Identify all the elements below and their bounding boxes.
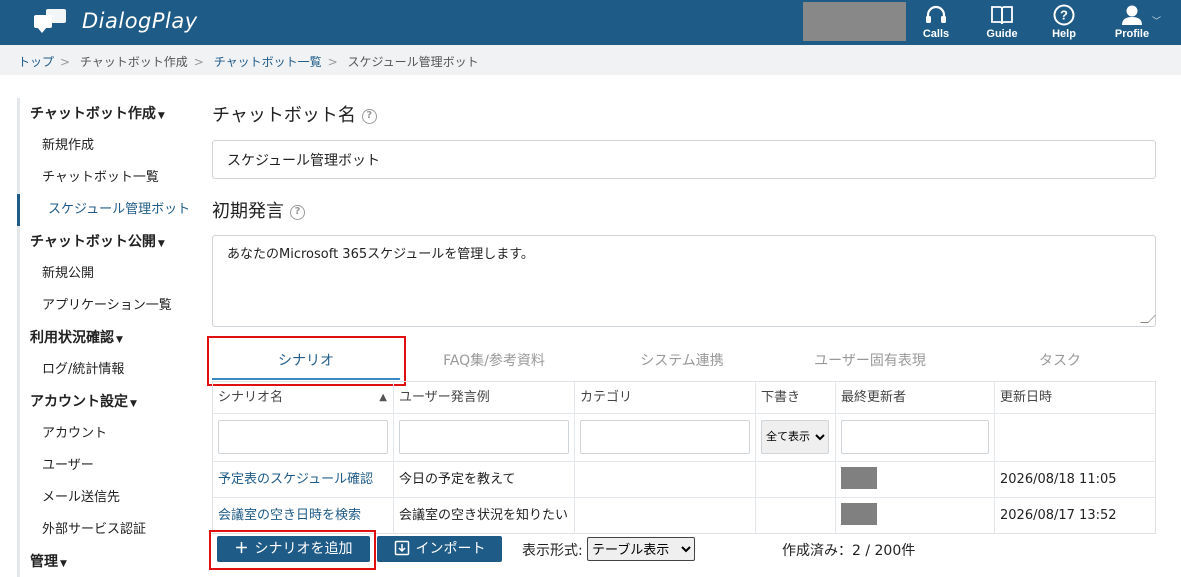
- table-row[interactable]: 予定表のスケジュール確認 今日の予定を教えて 2026/08/18 11:05: [213, 462, 1155, 498]
- sidebar-item-logs[interactable]: ログ/統計情報: [17, 354, 197, 386]
- tab-system[interactable]: システム連携: [588, 342, 776, 380]
- highlight-box-add: [209, 530, 376, 570]
- highlight-box-tab: [207, 336, 406, 386]
- top-bar: DialogPlay Calls Guide ? Help Profile ﹀: [0, 0, 1181, 45]
- nav-calls[interactable]: Calls: [906, 4, 966, 40]
- redacted-block: [803, 2, 906, 41]
- help-icon: ?: [1053, 4, 1075, 26]
- scenario-updated: 2026/08/17 13:52: [1000, 508, 1117, 523]
- filter-name-input[interactable]: [218, 420, 388, 454]
- scenario-category: [575, 462, 756, 497]
- sidebar-item-new[interactable]: 新規作成: [17, 130, 197, 162]
- sidebar-item-new-publish[interactable]: 新規公開: [17, 258, 197, 290]
- sidebar-item-external-auth[interactable]: 外部サービス認証: [17, 514, 197, 546]
- filter-updater-input[interactable]: [841, 420, 989, 454]
- nav-help-label: Help: [1052, 28, 1076, 40]
- import-button[interactable]: インポート: [377, 536, 502, 562]
- svg-text:?: ?: [1060, 8, 1068, 23]
- app-name: DialogPlay: [82, 9, 198, 33]
- table-filter-row: 全て表示: [213, 414, 1155, 462]
- sidebar-item-users[interactable]: ユーザー: [17, 450, 197, 482]
- caret-down-icon: ▼: [60, 559, 67, 569]
- tab-faq[interactable]: FAQ集/参考資料: [400, 342, 588, 380]
- scenario-name-link[interactable]: 予定表のスケジュール確認: [213, 462, 394, 497]
- filter-example-input[interactable]: [399, 420, 569, 454]
- filter-draft-select[interactable]: 全て表示: [761, 420, 829, 454]
- column-header-updated[interactable]: 更新日時: [995, 382, 1155, 413]
- scenario-category: [575, 498, 756, 533]
- book-icon: [991, 6, 1013, 25]
- scenario-table: シナリオ名 ▲ ユーザー発言例 カテゴリ 下書き 最終更新者 更新日時 全て表示 …: [212, 381, 1156, 534]
- column-header-updater[interactable]: 最終更新者: [836, 382, 995, 413]
- breadcrumb-list[interactable]: チャットボット一覧: [214, 55, 322, 69]
- nav-guide[interactable]: Guide: [972, 4, 1032, 40]
- table-header-row: シナリオ名 ▲ ユーザー発言例 カテゴリ 下書き 最終更新者 更新日時: [213, 382, 1155, 414]
- headset-icon: [926, 5, 946, 23]
- column-header-name[interactable]: シナリオ名 ▲: [213, 382, 394, 413]
- tab-user-entities[interactable]: ユーザー固有表現: [776, 342, 964, 380]
- nav-guide-label: Guide: [986, 28, 1018, 40]
- sidebar-item-chatbot-list[interactable]: チャットボット一覧: [17, 162, 197, 194]
- greeting-textarea[interactable]: あなたのMicrosoft 365スケジュールを管理します。: [212, 235, 1156, 327]
- chat-bubbles-icon: [34, 7, 70, 35]
- user-icon: [1122, 5, 1142, 25]
- nav-profile-label: Profile: [1114, 28, 1150, 40]
- display-format-label: 表示形式:: [522, 543, 583, 559]
- breadcrumb-create: チャットボット作成: [79, 55, 188, 69]
- scenario-name-link[interactable]: 会議室の空き日時を検索: [213, 498, 394, 533]
- sidebar-item-mail[interactable]: メール送信先: [17, 482, 197, 514]
- nav-help[interactable]: ? Help: [1034, 4, 1094, 40]
- sidebar-section-create[interactable]: チャットボット作成 ▼: [17, 98, 197, 130]
- app-logo[interactable]: DialogPlay: [34, 7, 198, 35]
- help-circle-icon[interactable]: ?: [290, 204, 305, 220]
- scenario-draft: [756, 462, 836, 497]
- redacted-updater: [841, 503, 877, 525]
- caret-down-icon: ▼: [157, 111, 165, 121]
- scenario-updated: 2026/08/18 11:05: [1000, 472, 1117, 487]
- nav-calls-label: Calls: [922, 28, 950, 40]
- caret-down-icon: ▼: [116, 335, 123, 345]
- breadcrumb-current: スケジュール管理ボット: [347, 55, 479, 69]
- redacted-updater: [841, 467, 877, 489]
- display-format-select[interactable]: テーブル表示: [587, 537, 695, 561]
- scenario-count: 作成済み：2 / 200件: [782, 543, 916, 559]
- sidebar: チャットボット作成 ▼ 新規作成 チャットボット一覧 スケジュール管理ボット チャ…: [17, 98, 197, 577]
- caret-down-icon: ▼: [157, 239, 165, 249]
- sidebar-item-account[interactable]: アカウント: [17, 418, 197, 450]
- column-header-example[interactable]: ユーザー発言例: [394, 382, 575, 413]
- greeting-text: あなたのMicrosoft 365スケジュールを管理します。: [227, 247, 534, 262]
- tab-tasks[interactable]: タスク: [964, 342, 1156, 380]
- sidebar-item-schedule-bot[interactable]: スケジュール管理ボット: [17, 194, 197, 226]
- column-header-category[interactable]: カテゴリ: [575, 382, 756, 413]
- table-row[interactable]: 会議室の空き日時を検索 会議室の空き状況を知りたい 2026/08/17 13:…: [213, 498, 1155, 533]
- sidebar-section-account[interactable]: アカウント設定 ▼: [17, 386, 197, 418]
- caret-down-icon: ▼: [130, 399, 137, 409]
- scenario-draft: [756, 498, 836, 533]
- breadcrumb: トップ > チャットボット作成 > チャットボット一覧 > スケジュール管理ボット: [0, 45, 1181, 75]
- sidebar-section-publish[interactable]: チャットボット公開 ▼: [17, 226, 197, 258]
- chatbot-name-label: チャットボット名?: [212, 101, 377, 127]
- sidebar-item-applications[interactable]: アプリケーション一覧: [17, 290, 197, 322]
- sort-asc-icon[interactable]: ▲: [379, 382, 387, 413]
- resize-handle-icon[interactable]: [1140, 315, 1156, 323]
- help-circle-icon[interactable]: ?: [361, 108, 377, 124]
- chevron-down-icon[interactable]: ﹀: [1152, 14, 1161, 27]
- filter-category-input[interactable]: [580, 420, 750, 454]
- greeting-label: 初期発言?: [212, 197, 305, 223]
- scenario-example: 会議室の空き状況を知りたい: [394, 498, 575, 533]
- column-header-draft[interactable]: 下書き: [756, 382, 836, 413]
- import-icon: [394, 540, 409, 556]
- chatbot-name-input[interactable]: スケジュール管理ボット: [212, 140, 1156, 179]
- breadcrumb-top[interactable]: トップ: [18, 55, 54, 69]
- scenario-example: 今日の予定を教えて: [394, 462, 575, 497]
- sidebar-section-admin[interactable]: 管理 ▼: [17, 546, 197, 577]
- sidebar-section-usage[interactable]: 利用状況確認 ▼: [17, 322, 197, 354]
